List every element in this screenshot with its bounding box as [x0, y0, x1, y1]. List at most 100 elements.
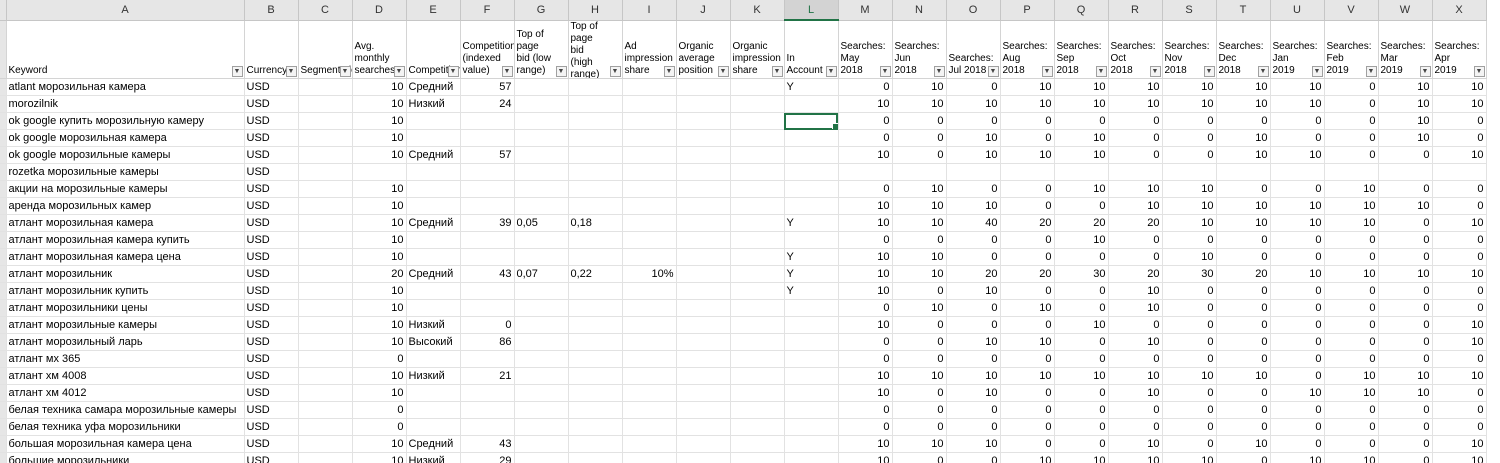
cell[interactable]: 0 — [1270, 282, 1325, 300]
cell[interactable] — [298, 78, 353, 96]
cell[interactable] — [568, 316, 623, 334]
cell[interactable]: атлант морозильники цены — [6, 299, 245, 317]
cell[interactable]: 0 — [838, 333, 893, 351]
cell[interactable]: 10 — [1216, 129, 1271, 147]
header-cell[interactable]: Avg. monthly searches ▼ — [352, 20, 407, 79]
cell[interactable]: 0 — [1270, 248, 1325, 266]
cell[interactable] — [622, 384, 677, 402]
cell[interactable]: USD — [244, 112, 299, 130]
cell[interactable]: 0 — [1000, 401, 1055, 419]
header-cell[interactable]: Currency ▼ — [244, 20, 299, 79]
cell[interactable]: 10 — [352, 180, 407, 198]
cell[interactable] — [406, 129, 461, 147]
filter-dropdown-icon[interactable]: ▼ — [933, 66, 945, 77]
cell[interactable]: 0 — [1378, 248, 1433, 266]
cell[interactable] — [298, 367, 353, 385]
cell[interactable]: 10 — [352, 112, 407, 130]
cell[interactable] — [514, 163, 569, 181]
cell[interactable]: 0 — [1324, 112, 1379, 130]
cell[interactable]: 10 — [352, 231, 407, 249]
cell[interactable]: 0 — [1324, 231, 1379, 249]
cell[interactable] — [514, 248, 569, 266]
cell[interactable]: 0 — [1162, 146, 1217, 164]
cell[interactable]: 10 — [838, 197, 893, 215]
cell[interactable]: 10 — [892, 248, 947, 266]
cell[interactable] — [298, 146, 353, 164]
cell[interactable]: атлант морозильный ларь — [6, 333, 245, 351]
cell[interactable]: 0 — [1216, 282, 1271, 300]
cell[interactable] — [1378, 163, 1433, 181]
cell[interactable] — [460, 129, 515, 147]
cell[interactable]: 0 — [838, 129, 893, 147]
cell[interactable] — [298, 231, 353, 249]
cell[interactable]: 0 — [1432, 282, 1487, 300]
cell[interactable]: Y — [784, 78, 839, 96]
filter-dropdown-icon[interactable]: ▼ — [1041, 66, 1053, 77]
cell[interactable] — [622, 350, 677, 368]
cell[interactable]: morozilnik — [6, 95, 245, 113]
cell[interactable]: USD — [244, 129, 299, 147]
cell[interactable]: 10 — [1216, 367, 1271, 385]
cell[interactable]: USD — [244, 282, 299, 300]
cell[interactable]: 10 — [1054, 129, 1109, 147]
cell[interactable]: 0 — [838, 78, 893, 96]
cell[interactable]: 0 — [946, 316, 1001, 334]
cell[interactable] — [730, 248, 785, 266]
cell[interactable]: 0 — [352, 401, 407, 419]
cell[interactable]: 0 — [1162, 401, 1217, 419]
column-header-r[interactable]: R — [1108, 0, 1163, 21]
cell[interactable]: 10 — [1270, 95, 1325, 113]
filter-dropdown-icon[interactable]: ▼ — [1095, 66, 1107, 77]
cell[interactable]: 20 — [946, 265, 1001, 283]
cell[interactable]: 10 — [1054, 231, 1109, 249]
cell[interactable]: 0 — [1378, 350, 1433, 368]
cell[interactable] — [730, 163, 785, 181]
cell[interactable]: 0 — [1216, 350, 1271, 368]
cell[interactable]: 0 — [946, 180, 1001, 198]
cell[interactable]: 0 — [1432, 231, 1487, 249]
cell[interactable]: 0 — [1054, 333, 1109, 351]
cell[interactable]: Средний — [406, 78, 461, 96]
cell[interactable] — [568, 452, 623, 463]
cell[interactable] — [568, 282, 623, 300]
cell[interactable]: 0 — [1054, 401, 1109, 419]
cell[interactable] — [460, 350, 515, 368]
cell[interactable]: 0 — [1000, 435, 1055, 453]
cell[interactable]: 0 — [892, 129, 947, 147]
header-cell[interactable]: Searches: Sep 2018 ▼ — [1054, 20, 1109, 79]
cell[interactable] — [514, 95, 569, 113]
cell[interactable]: 0 — [1432, 418, 1487, 436]
cell[interactable] — [298, 197, 353, 215]
cell[interactable]: 10 — [1054, 146, 1109, 164]
cell[interactable]: 10 — [1270, 146, 1325, 164]
cell[interactable] — [514, 367, 569, 385]
cell[interactable] — [460, 418, 515, 436]
cell[interactable]: Средний — [406, 146, 461, 164]
cell[interactable]: 10 — [1162, 248, 1217, 266]
cell[interactable]: 0 — [1324, 248, 1379, 266]
cell[interactable] — [460, 282, 515, 300]
cell[interactable]: 0 — [1324, 435, 1379, 453]
cell[interactable]: 10 — [838, 95, 893, 113]
cell[interactable]: 10 — [946, 435, 1001, 453]
cell[interactable]: 10 — [1432, 316, 1487, 334]
cell[interactable] — [514, 401, 569, 419]
cell[interactable]: Средний — [406, 265, 461, 283]
filter-dropdown-icon[interactable]: ▼ — [231, 66, 243, 77]
cell[interactable]: USD — [244, 214, 299, 232]
cell[interactable]: 0 — [1324, 282, 1379, 300]
cell[interactable]: 0 — [1216, 401, 1271, 419]
filter-dropdown-icon[interactable]: ▼ — [1419, 66, 1431, 77]
column-header-h[interactable]: H — [568, 0, 623, 21]
cell[interactable]: USD — [244, 163, 299, 181]
cell[interactable]: 0,22 — [568, 265, 623, 283]
cell[interactable]: 0 — [1108, 316, 1163, 334]
cell[interactable]: 10 — [352, 333, 407, 351]
cell[interactable] — [730, 384, 785, 402]
cell[interactable]: 10 — [946, 146, 1001, 164]
cell[interactable]: 39 — [460, 214, 515, 232]
cell[interactable]: 0 — [1054, 350, 1109, 368]
cell[interactable] — [514, 146, 569, 164]
cell[interactable]: 10 — [352, 95, 407, 113]
cell[interactable] — [352, 163, 407, 181]
